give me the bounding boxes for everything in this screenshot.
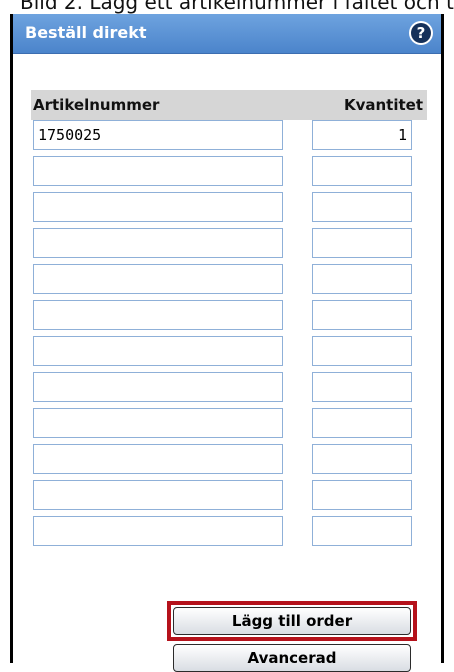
article-number-input[interactable] [33,192,283,222]
article-number-input[interactable] [33,264,283,294]
article-number-input[interactable] [33,228,283,258]
quantity-input[interactable] [312,120,412,150]
help-glyph: ? [411,23,431,43]
quantity-input[interactable] [312,156,412,186]
article-number-input[interactable] [33,516,283,546]
quantity-input[interactable] [312,264,412,294]
quantity-input[interactable] [312,300,412,330]
article-number-input[interactable] [33,444,283,474]
article-number-input[interactable] [33,156,283,186]
advanced-button[interactable]: Avancerad [173,644,411,672]
page: Bild 2. Lägg ett artikelnummer i fältet … [0,0,454,672]
top-caption-text: Bild 2. Lägg ett artikelnummer i fältet … [20,0,454,14]
quantity-input[interactable] [312,516,412,546]
add-to-order-button[interactable]: Lägg till order [173,607,411,635]
table-header: Artikelnummer Kvantitet [31,90,427,120]
help-icon[interactable]: ? [409,21,433,45]
panel-header: Beställ direkt ? [13,14,441,54]
quick-order-panel: Beställ direkt ? Artikelnummer Kvantitet… [10,14,444,672]
panel-title: Beställ direkt [25,23,147,42]
article-number-input[interactable] [33,408,283,438]
article-number-input[interactable] [33,336,283,366]
column-header-quantity: Kvantitet [343,96,423,114]
article-number-input[interactable] [33,480,283,510]
article-number-input[interactable] [33,120,283,150]
quantity-input[interactable] [312,228,412,258]
quantity-input[interactable] [312,372,412,402]
article-number-input[interactable] [33,372,283,402]
quantity-input[interactable] [312,336,412,366]
quantity-input[interactable] [312,480,412,510]
quantity-input[interactable] [312,444,412,474]
column-header-article: Artikelnummer [33,96,160,114]
top-caption: Bild 2. Lägg ett artikelnummer i fältet … [0,0,454,14]
article-number-input[interactable] [33,300,283,330]
quantity-input[interactable] [312,192,412,222]
quantity-input[interactable] [312,408,412,438]
